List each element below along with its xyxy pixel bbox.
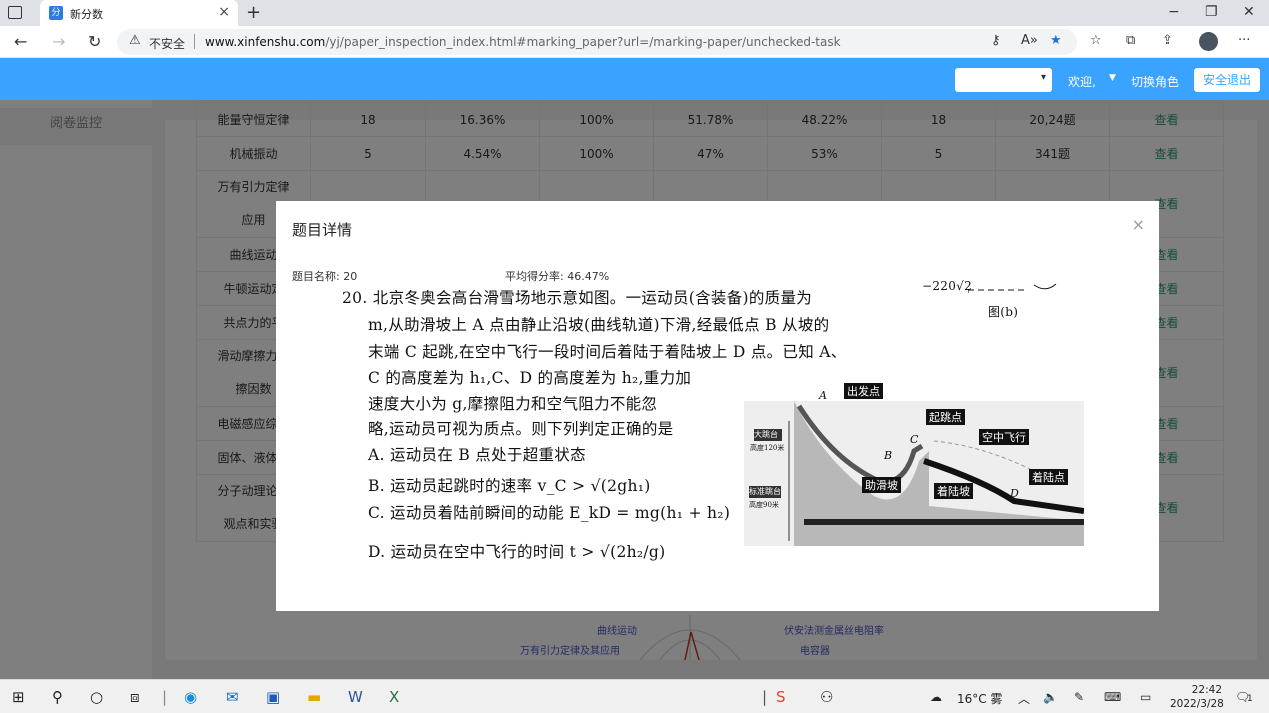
figure-label-height-120: 高度120米: [750, 444, 785, 452]
question-detail-modal: 题目详情 × 题目名称: 20 平均得分率: 46.47% 20. 北京冬奥会高…: [276, 201, 1159, 611]
site-favicon: 分: [49, 6, 63, 20]
caret-down-icon[interactable]: ▼: [1109, 73, 1116, 83]
clock-date: 2022/3/28: [1170, 698, 1224, 710]
url-path: /yj/paper_inspection_index.html#marking_…: [325, 35, 841, 49]
favorite-star-icon[interactable]: ★: [1050, 33, 1062, 48]
mail-icon[interactable]: ✉: [226, 688, 239, 706]
role-select[interactable]: ▾: [955, 68, 1052, 92]
figure-label-standard-jump: 标准跳台: [749, 487, 781, 496]
window-close-button[interactable]: ✕: [1243, 4, 1255, 20]
warning-icon: ⚠: [129, 33, 141, 48]
question-line: m,从助滑坡上 A 点由静止沿坡(曲线轨道)下滑,经最低点 B 从坡的: [368, 316, 830, 334]
input-method-icon[interactable]: S: [776, 688, 786, 706]
file-explorer-icon[interactable]: ▬: [307, 688, 321, 706]
security-label[interactable]: 不安全: [149, 35, 185, 52]
tab-close-icon[interactable]: ×: [218, 4, 230, 20]
store-icon[interactable]: ▣: [266, 688, 280, 706]
clock-time: 22:42: [1191, 684, 1222, 696]
excel-icon[interactable]: X: [389, 688, 399, 706]
modal-title: 题目详情: [292, 221, 353, 239]
taskbar-divider: |: [162, 688, 168, 706]
option-a: A. 运动员在 B 点处于超重状态: [368, 446, 586, 464]
divider: [194, 34, 195, 49]
question-line: 末端 C 起跳,在空中飞行一段时间后着陆于着陆坡上 D 点。已知 A、: [368, 343, 847, 361]
browser-tab-bar: 分 新分数 × + − ❐ ✕: [0, 0, 1269, 26]
option-b: B. 运动员起跳时的速率 v_C > √(2gh₁): [368, 477, 651, 495]
word-icon[interactable]: W: [348, 688, 363, 706]
search-icon[interactable]: ⚲: [52, 688, 63, 706]
figure-label-landing-slope: 着陆坡: [934, 483, 973, 499]
collections-icon[interactable]: ⧉: [1126, 33, 1135, 48]
reload-button[interactable]: ↻: [88, 32, 101, 51]
chevron-down-icon: ▾: [1040, 72, 1046, 83]
restore-button[interactable]: ❐: [1205, 4, 1218, 20]
question-line: 20. 北京冬奥会高台滑雪场地示意如图。一运动员(含装备)的质量为: [342, 289, 813, 307]
fig-b-label: 图(b): [988, 305, 1019, 319]
tab-title: 新分数: [70, 8, 103, 21]
figure-label-takeoff: 起跳点: [926, 409, 965, 425]
browser-tab[interactable]: 分 新分数 ×: [40, 0, 238, 26]
point-b-label: B: [884, 449, 893, 462]
chevron-up-icon[interactable]: ︿: [1018, 690, 1030, 707]
taskbar-divider: |: [762, 688, 768, 706]
share-icon[interactable]: ⇪: [1162, 33, 1173, 48]
display-icon[interactable]: ▭: [1140, 690, 1151, 704]
keyboard-icon[interactable]: ⌨: [1104, 690, 1121, 704]
ski-jump-figure: 出发点 起跳点 空中飞行 着陆点 助滑坡 着陆坡 大跳台 高度120米 标准跳台…: [744, 383, 1085, 546]
notification-count: 1: [1247, 694, 1253, 704]
url-host: www.xinfenshu.com: [205, 35, 326, 49]
start-icon[interactable]: ⊞: [12, 688, 25, 706]
task-view-icon[interactable]: ⧈: [130, 688, 140, 706]
back-button[interactable]: ←: [14, 32, 27, 51]
volume-icon[interactable]: 🔈: [1043, 690, 1058, 704]
figure-label-inrun: 助滑坡: [862, 477, 901, 493]
point-d-label: D: [1010, 487, 1019, 500]
new-tab-button[interactable]: +: [246, 2, 261, 23]
tab-actions-icon[interactable]: [8, 6, 22, 19]
favorites-icon[interactable]: ☆: [1090, 33, 1102, 48]
address-toolbar: ← → ↻ ⚠ 不安全 www.xinfenshu.com/yj/paper_i…: [0, 26, 1269, 58]
question-image: 20. 北京冬奥会高台滑雪场地示意如图。一运动员(含装备)的质量为 m,从助滑坡…: [336, 279, 1156, 581]
key-icon[interactable]: ⚷: [991, 33, 1001, 48]
cortana-icon[interactable]: ○: [90, 688, 103, 706]
figure-label-landing: 着陆点: [1029, 469, 1068, 485]
welcome-text: 欢迎,: [1068, 75, 1096, 89]
app-header: ▾ 欢迎, ▼ 切换角色 安全退出: [0, 58, 1269, 100]
fig-b-axis-label: −220√2: [922, 279, 973, 293]
figure-label-start: 出发点: [844, 383, 883, 399]
forward-button[interactable]: →: [52, 32, 65, 51]
people-icon[interactable]: ⚇: [820, 688, 833, 706]
logout-button[interactable]: 安全退出: [1194, 68, 1260, 92]
point-a-label: A: [819, 389, 827, 402]
minimize-button[interactable]: −: [1168, 4, 1180, 20]
profile-avatar[interactable]: [1199, 32, 1218, 51]
more-icon[interactable]: ···: [1238, 33, 1250, 48]
close-icon[interactable]: ×: [1132, 215, 1145, 234]
question-line: C 的高度差为 h₁,C、D 的高度差为 h₂,重力加: [368, 369, 692, 387]
system-clock[interactable]: 22:42 2022/3/28: [1170, 683, 1224, 711]
weather-text[interactable]: 16°C 雾: [957, 690, 1002, 707]
figure-label-height-90: 高度90米: [749, 501, 779, 509]
figure-label-flight: 空中飞行: [979, 429, 1029, 445]
fig-b-graph: [968, 283, 1057, 293]
switch-role-link[interactable]: 切换角色: [1131, 73, 1179, 90]
edge-browser-icon[interactable]: ◉: [184, 688, 197, 706]
weather-icon[interactable]: ☁: [930, 690, 942, 704]
option-d: D. 运动员在空中飞行的时间 t > √(2h₂/g): [368, 543, 666, 561]
question-line: 略,运动员可视为质点。则下列判定正确的是: [368, 420, 674, 438]
point-c-label: C: [910, 433, 919, 446]
read-aloud-icon[interactable]: A»: [1021, 33, 1038, 48]
pen-icon[interactable]: ✎: [1074, 690, 1084, 704]
windows-taskbar: ⊞ ⚲ ○ ⧈ | ◉ ✉ ▣ ▬ W X | S ⚇ ☁ 16°C 雾 ︿ 🔈…: [0, 679, 1269, 713]
url-text[interactable]: www.xinfenshu.com/yj/paper_inspection_in…: [205, 35, 841, 49]
option-c: C. 运动员着陆前瞬间的动能 E_kD = mg(h₁ + h₂): [368, 504, 731, 522]
figure-label-big-jump: 大跳台: [754, 430, 778, 439]
question-line: 速度大小为 g,摩擦阻力和空气阻力不能忽: [368, 395, 658, 413]
address-bar[interactable]: ⚠ 不安全 www.xinfenshu.com/yj/paper_inspect…: [117, 29, 1077, 55]
